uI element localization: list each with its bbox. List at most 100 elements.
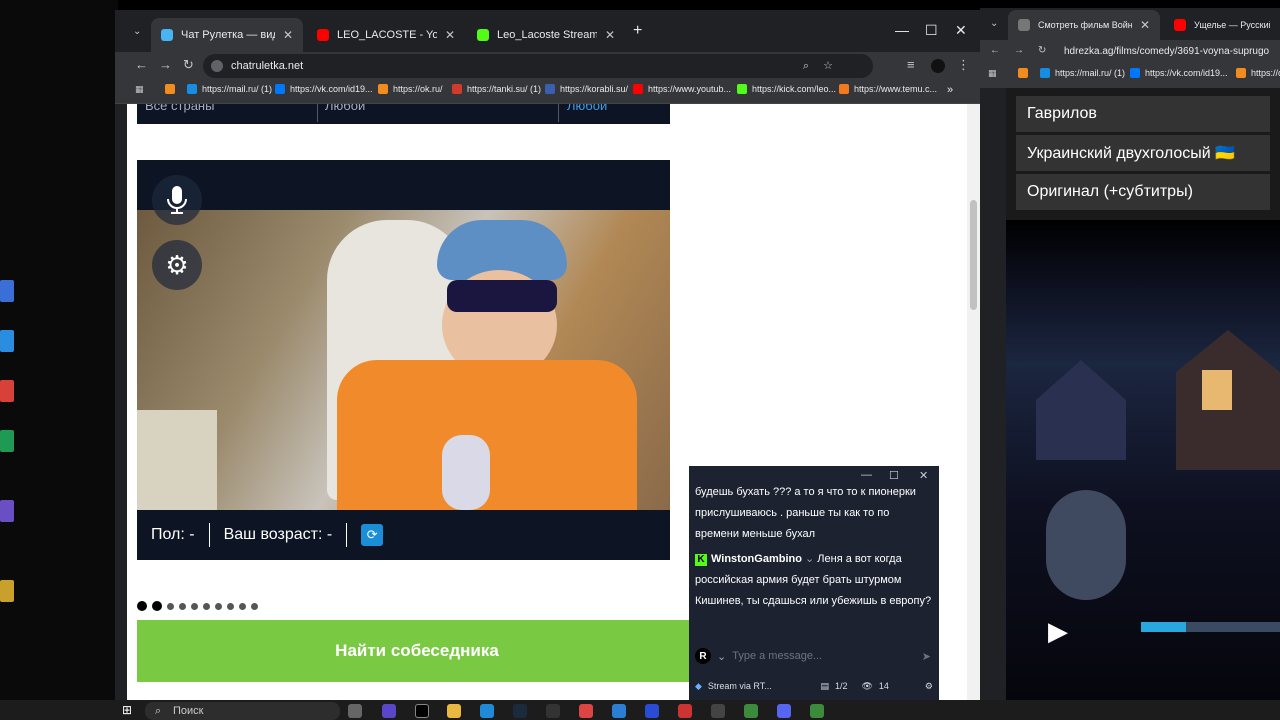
- bookmarks-overflow-button[interactable]: »: [947, 84, 953, 96]
- reload-icon[interactable]: ↻: [183, 57, 194, 73]
- chat-username[interactable]: WinstonGambino: [711, 553, 802, 565]
- bookmark-item[interactable]: https://mail.ru/ (1): [187, 84, 272, 94]
- media-controls-icon[interactable]: ≡: [907, 57, 915, 72]
- send-icon[interactable]: ➤: [922, 650, 931, 663]
- chat-close-button[interactable]: ✕: [919, 469, 928, 482]
- steam-icon[interactable]: [513, 704, 527, 718]
- bookmark-item[interactable]: [1018, 68, 1028, 78]
- voice-option[interactable]: Украинский двухголосый 🇺🇦: [1016, 135, 1270, 171]
- bookmark-star-icon[interactable]: ☆: [823, 54, 833, 78]
- carousel-dot[interactable]: [251, 602, 258, 610]
- taskbar-app-icon[interactable]: [711, 704, 725, 718]
- chrome-icon[interactable]: [810, 704, 824, 718]
- bookmark-item[interactable]: https://ok.ru/: [378, 84, 443, 94]
- taskbar-app-icon[interactable]: [546, 704, 560, 718]
- gender-filter[interactable]: Любой: [325, 104, 365, 113]
- chrome-icon[interactable]: [744, 704, 758, 718]
- tab-hdrezka[interactable]: Смотреть фильм Война супру ✕: [1008, 10, 1160, 40]
- carousel-dot[interactable]: [167, 602, 174, 610]
- apps-grid-icon[interactable]: ▦: [988, 68, 997, 79]
- chat-maximize-button[interactable]: ☐: [889, 469, 899, 482]
- taskbar-app-icon[interactable]: [382, 704, 396, 718]
- voice-option[interactable]: Оригинал (+субтитры): [1016, 174, 1270, 210]
- tab-kick[interactable]: Leo_Lacoste Stream - Watch Li... ✕: [467, 18, 625, 52]
- carousel-dot[interactable]: [239, 602, 246, 610]
- scrollbar-thumb[interactable]: [970, 200, 977, 310]
- page-scrollbar[interactable]: [967, 104, 980, 700]
- tab-search-icon[interactable]: ⌄: [990, 18, 998, 29]
- restream-logo-icon[interactable]: R: [695, 648, 711, 664]
- desktop-app-icon[interactable]: [0, 380, 14, 402]
- taskbar-app-icon[interactable]: [612, 704, 626, 718]
- taskbar-app-icon[interactable]: [678, 704, 692, 718]
- chat-minimize-button[interactable]: —: [861, 469, 872, 481]
- close-tab-icon[interactable]: ✕: [445, 28, 455, 42]
- file-explorer-icon[interactable]: [447, 704, 461, 718]
- close-tab-icon[interactable]: ✕: [605, 28, 615, 42]
- forward-arrow-icon[interactable]: →: [1014, 45, 1024, 56]
- play-button[interactable]: ▶: [1048, 616, 1068, 647]
- tab-search-icon[interactable]: ⌄: [133, 26, 141, 37]
- discord-icon[interactable]: [777, 704, 791, 718]
- desktop-app-icon[interactable]: [0, 500, 14, 522]
- bookmark-item[interactable]: https://mail.ru/ (1): [1040, 68, 1125, 78]
- refresh-button[interactable]: ⟳: [361, 524, 384, 546]
- age-label[interactable]: Ваш возраст: -: [224, 526, 333, 544]
- reload-icon[interactable]: ↻: [1038, 45, 1046, 56]
- bookmark-item[interactable]: [165, 84, 175, 94]
- video-progress-bar[interactable]: [1141, 622, 1280, 632]
- new-tab-button[interactable]: +: [633, 22, 642, 40]
- bookmark-item[interactable]: https://o: [1236, 68, 1280, 78]
- desktop-app-icon[interactable]: [0, 430, 14, 452]
- menu-kebab-icon[interactable]: ⋮: [957, 57, 970, 73]
- address-bar[interactable]: chatruletka.net ⌕ ☆: [203, 54, 873, 78]
- taskbar-search[interactable]: ⌕ Поиск: [145, 702, 340, 720]
- other-filter[interactable]: Любой: [567, 104, 607, 113]
- profile-avatar[interactable]: [931, 59, 945, 73]
- maximize-button[interactable]: ☐: [925, 22, 938, 39]
- close-tab-icon[interactable]: ✕: [1140, 18, 1150, 32]
- carousel-dot[interactable]: [152, 601, 162, 611]
- bookmark-item[interactable]: https://www.temu.c...: [839, 84, 937, 94]
- tab-youtube[interactable]: LEO_LACOSTE - YouTube ✕: [307, 18, 465, 52]
- zoom-icon[interactable]: ⌕: [803, 54, 809, 78]
- carousel-dot[interactable]: [203, 602, 210, 610]
- gear-icon[interactable]: ⚙: [925, 681, 933, 692]
- bookmark-item[interactable]: https://www.youtub...: [633, 84, 731, 94]
- taskbar-app-icon[interactable]: [415, 704, 429, 718]
- country-filter[interactable]: Все страны: [145, 104, 214, 113]
- forward-arrow-icon[interactable]: →: [159, 57, 172, 72]
- site-info-icon[interactable]: [211, 60, 223, 72]
- carousel-dot[interactable]: [215, 602, 222, 610]
- settings-button[interactable]: ⚙: [152, 240, 202, 290]
- task-view-icon[interactable]: [348, 704, 362, 718]
- edge-icon[interactable]: [480, 704, 494, 718]
- carousel-dot[interactable]: [227, 602, 234, 610]
- minimize-button[interactable]: —: [895, 22, 909, 38]
- desktop-app-icon[interactable]: [0, 330, 14, 352]
- apps-grid-icon[interactable]: ▦: [135, 84, 144, 95]
- carousel-dot[interactable]: [179, 602, 186, 610]
- bookmark-item[interactable]: https://vk.com/id19...: [1130, 68, 1228, 78]
- bookmark-item[interactable]: https://vk.com/id19...: [275, 84, 373, 94]
- windows-start-icon[interactable]: ⊞: [122, 703, 136, 717]
- bookmark-item[interactable]: https://kick.com/leo...: [737, 84, 836, 94]
- taskbar-app-icon[interactable]: [645, 704, 659, 718]
- chevron-down-icon[interactable]: ⌄: [717, 650, 726, 663]
- tab-chatruletka[interactable]: Чат Рулетка — видеочат ✕: [151, 18, 303, 52]
- address-bar[interactable]: hdrezka.ag/films/comedy/3691-voyna-supru…: [1064, 46, 1269, 57]
- close-tab-icon[interactable]: ✕: [283, 28, 293, 42]
- chat-message-input[interactable]: Type a message...: [732, 650, 916, 662]
- close-window-button[interactable]: ✕: [955, 22, 967, 39]
- chevron-down-icon[interactable]: ⌄: [805, 553, 814, 565]
- carousel-dot[interactable]: [191, 602, 198, 610]
- desktop-app-icon[interactable]: [0, 580, 14, 602]
- desktop-app-icon[interactable]: [0, 280, 14, 302]
- bookmark-item[interactable]: https://tanki.su/ (1): [452, 84, 541, 94]
- find-partner-button[interactable]: Найти собеседника: [137, 620, 697, 682]
- tab-youtube[interactable]: Ущелье — Русский трейл: [1164, 10, 1280, 40]
- carousel-dot[interactable]: [137, 601, 147, 611]
- back-arrow-icon[interactable]: ←: [990, 45, 1000, 56]
- taskbar-app-icon[interactable]: [579, 704, 593, 718]
- voice-option[interactable]: Гаврилов: [1016, 96, 1270, 132]
